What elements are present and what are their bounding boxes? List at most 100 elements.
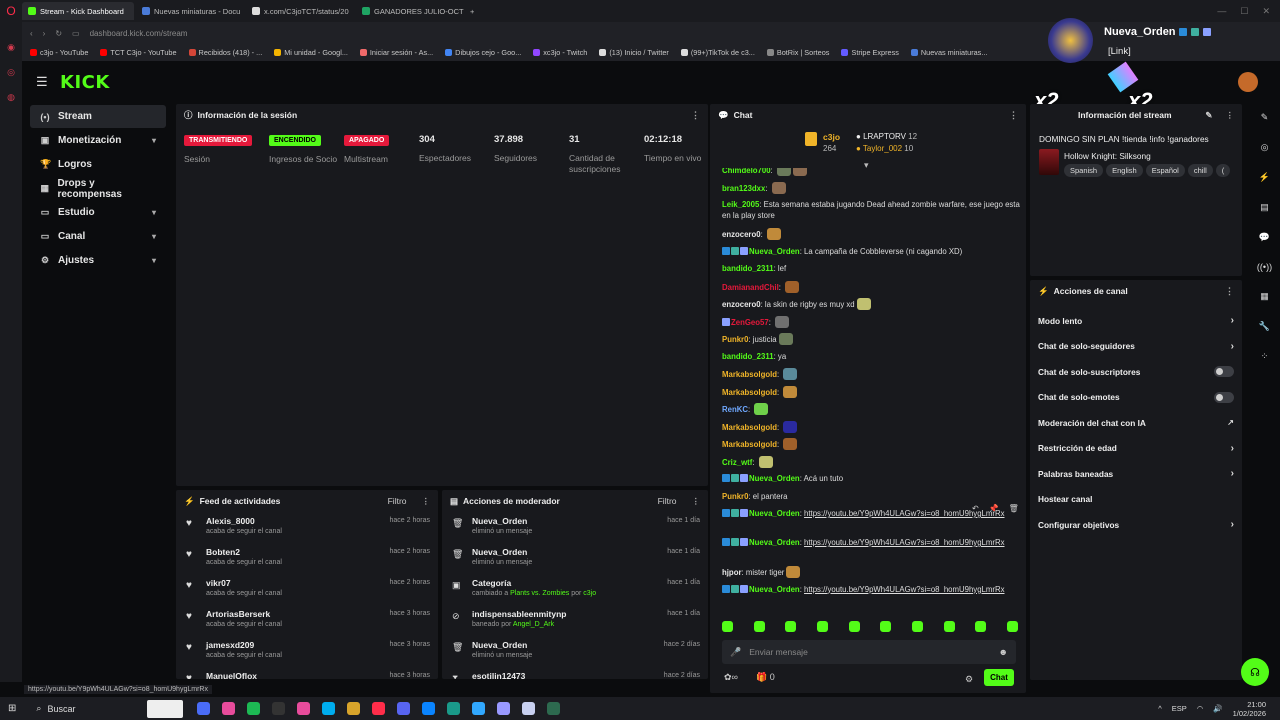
channel-action-item[interactable]: Palabras baneadas › (1030, 461, 1242, 487)
mod-row[interactable]: ⊘ indispensableenmitynp baneado por Angel_… (442, 605, 708, 636)
chat-link[interactable]: https://youtu.be/Y9pWh4ULAGw?si=o8_homU9… (804, 538, 1004, 547)
stream-tag[interactable]: English (1106, 164, 1143, 177)
taskbar-app-icon[interactable] (272, 702, 286, 715)
emote-shortcut-icon[interactable] (880, 621, 892, 632)
feed-row[interactable]: ♥ vikr07 acaba de seguir el canal hace 2 ho… (176, 574, 438, 605)
browser-tab[interactable]: x.com/C3joTCT/status/20 (246, 2, 354, 20)
browser-tab[interactable]: GANADORES JULIO-OCT (356, 2, 464, 20)
bolt-icon[interactable]: ⚡ (1259, 172, 1270, 183)
taskbar-app-icon[interactable] (522, 702, 536, 715)
chat-username[interactable]: enzocero0 (722, 300, 761, 309)
chat-message[interactable]: bran123dxx: (722, 181, 1022, 194)
chat-username[interactable]: Markabsolgold (722, 370, 777, 379)
mod-row[interactable]: 🗑 Nueva_Orden eliminó un mensaje hace 2 día… (442, 636, 708, 667)
sidebar-item-drops[interactable]: ▦ Drops y recompensas (30, 177, 166, 200)
kick-logo[interactable]: KICK (60, 72, 110, 93)
taskbar-app-icon[interactable] (372, 702, 386, 715)
channel-action-item[interactable]: Moderación del chat con IA ↗ (1030, 410, 1242, 436)
kebab-icon[interactable]: ⋮ (1009, 110, 1018, 121)
channel-action-item[interactable]: Restricción de edad › (1030, 436, 1242, 462)
chat-input[interactable]: Enviar mensaje (749, 647, 808, 657)
sidebar-item-stream[interactable]: (•) Stream (30, 105, 166, 128)
taskbar-app-icon[interactable] (222, 702, 236, 715)
chat-message[interactable]: Nueva_Orden: https://youtu.be/Y9pWh4ULAG… (722, 584, 1022, 595)
channel-action-item[interactable]: Hostear canal (1030, 487, 1242, 513)
wrench-icon[interactable]: 🔧 (1259, 321, 1270, 332)
taskbar-search[interactable]: Buscar (47, 704, 147, 714)
bookmark-item[interactable]: (99+)TikTok de c3... (680, 48, 755, 57)
chat-username[interactable]: Chimdelo700 (722, 168, 771, 175)
emote-shortcut-icon[interactable] (975, 621, 987, 632)
toggle-switch[interactable] (1214, 391, 1234, 403)
mod-action-user[interactable]: c3jo (583, 590, 596, 597)
chat-username[interactable]: Nueva_Orden (749, 509, 800, 518)
mod-action-highlight[interactable]: Angel_D_Ark (513, 621, 554, 628)
emote-shortcut-icon[interactable] (848, 621, 860, 632)
emote-shortcut-icon[interactable] (785, 621, 797, 632)
pencil-icon[interactable]: ✎ (1261, 112, 1269, 123)
bookmark-item[interactable]: Mi unidad - Googl... (274, 48, 348, 57)
whatsapp-icon[interactable]: ◍ (7, 92, 15, 103)
new-tab-button[interactable]: + (464, 2, 480, 20)
taskbar-app-icon[interactable] (297, 702, 311, 715)
channel-action-item[interactable]: Configurar objetivos › (1030, 512, 1242, 538)
chat-message[interactable]: bandido_2311: ya (722, 351, 1022, 362)
chat-message[interactable]: hjpor: mister tiger (722, 566, 1022, 578)
chat-message[interactable]: Markabsolgold: (722, 368, 1022, 380)
chat-message[interactable]: enzocero0: la skin de rigby es muy xd (722, 298, 1022, 310)
chat-message[interactable]: Markabsolgold: (722, 420, 1022, 433)
bookmark-item[interactable]: BotRix | Sorteos (766, 48, 829, 57)
feed-row[interactable]: ♥ Alexis_8000 acaba de seguir el canal hace… (176, 512, 438, 543)
chat-message[interactable]: DamianandChil: (722, 280, 1022, 293)
mod-row[interactable]: ▣ Categoría cambiado a Plants vs. Zombies … (442, 574, 708, 605)
chat-message[interactable]: RenKC: (722, 403, 1022, 415)
maximize-icon[interactable]: ☐ (1240, 6, 1248, 17)
address-input[interactable]: dashboard.kick.com/stream (90, 29, 188, 38)
chat-username[interactable]: enzocero0 (722, 230, 761, 239)
chat-username[interactable]: ZenGeo57 (731, 318, 769, 327)
bookmark-item[interactable]: Iniciar sesión - As... (359, 48, 433, 57)
chat-message[interactable]: Markabsolgold: (722, 438, 1022, 450)
feed-row[interactable]: ♥ ManuelOflox hace 3 horas (176, 667, 438, 679)
reload-icon[interactable]: ↻ (55, 29, 62, 38)
stream-tag[interactable]: Spanish (1064, 164, 1104, 177)
emote-shortcut-icon[interactable] (911, 621, 923, 632)
chat-username[interactable]: bandido_2311 (722, 352, 774, 361)
kebab-icon[interactable]: ⋮ (422, 496, 431, 507)
chat-username[interactable]: DamianandChil (722, 283, 779, 292)
bookmark-item[interactable]: Nuevas miniaturas... (910, 48, 987, 57)
chat-message[interactable]: Leik_2005: Esta semana estaba jugando De… (722, 199, 1022, 221)
document-icon[interactable]: ▤ (1260, 202, 1269, 213)
browser-tab[interactable]: Stream - Kick Dashboard (22, 2, 134, 20)
forward-icon[interactable]: › (43, 29, 46, 38)
emote-shortcut-icon[interactable] (943, 621, 955, 632)
mod-action-highlight[interactable]: Plants vs. Zombies (510, 590, 569, 597)
stream-tag[interactable]: ( (1215, 164, 1231, 177)
toggle-switch[interactable] (1214, 366, 1234, 378)
chat-message[interactable]: bandido_2311: lef (722, 263, 1022, 274)
close-icon[interactable]: ✕ (1262, 6, 1270, 17)
stream-tag[interactable]: chill (1187, 164, 1213, 177)
chat-username[interactable]: Markabsolgold (722, 440, 777, 449)
chat-username[interactable]: Nueva_Orden (749, 538, 800, 547)
bookmark-item[interactable]: xc3jo - Twitch (533, 48, 587, 57)
broadcast-icon[interactable]: ((•)) (1257, 262, 1272, 272)
mod-filter-button[interactable]: Filtro (658, 496, 677, 506)
send-chat-button[interactable]: Chat (984, 669, 1014, 686)
sidebar-item-canal[interactable]: ▭ Canal ▾ (30, 225, 166, 248)
bookmark-item[interactable]: Dibujos cejo - Goo... (445, 48, 521, 57)
chat-username[interactable]: Markabsolgold (722, 388, 777, 397)
clock[interactable]: 21:00 1/02/2026 (1233, 700, 1266, 718)
mod-row[interactable]: 🗑 Nueva_Orden eliminó un mensaje hace 1 día (442, 543, 708, 574)
windows-start-icon[interactable]: ⊞ (8, 703, 16, 714)
taskbar-app-icon[interactable] (397, 702, 411, 715)
target-icon[interactable]: ◎ (1261, 142, 1269, 153)
opera-logo-icon[interactable]: O (0, 0, 22, 22)
channel-action-item[interactable]: Chat de solo-emotes (1030, 385, 1242, 411)
chat-username[interactable]: Nueva_Orden (749, 474, 800, 483)
chat-message[interactable]: Punkr0: el pantera (722, 491, 1022, 502)
taskbar-app-icon[interactable] (447, 702, 461, 715)
taskbar-app-icon[interactable] (422, 702, 436, 715)
sidebar-item-estudio[interactable]: ▭ Estudio ▾ (30, 201, 166, 224)
sidebar-item-ajustes[interactable]: ⚙ Ajustes ▾ (30, 249, 166, 272)
